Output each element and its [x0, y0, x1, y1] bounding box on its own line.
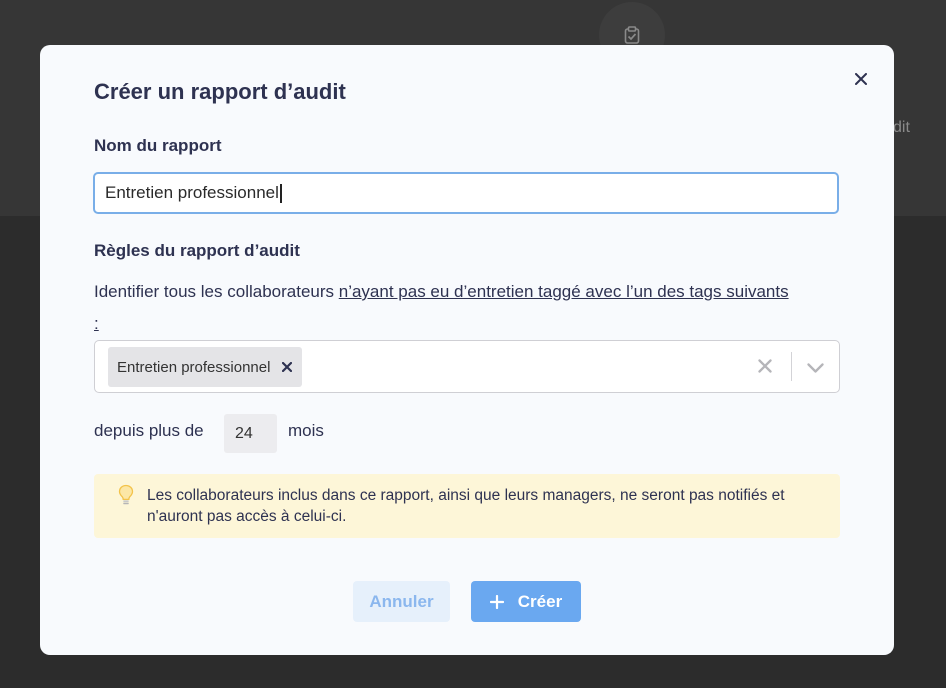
close-icon — [855, 73, 867, 85]
months-input[interactable]: 24 — [224, 414, 277, 453]
plus-icon — [489, 594, 504, 609]
report-name-input[interactable]: Entretien professionnel — [93, 172, 839, 214]
create-button-label: Créer — [517, 591, 563, 611]
cancel-button[interactable]: Annuler — [353, 581, 450, 622]
info-text: Les collaborateurs inclus dans ce rappor… — [147, 487, 785, 525]
selected-tag: Entretien professionnel — [108, 347, 303, 387]
remove-icon — [282, 362, 293, 372]
close-button[interactable] — [849, 67, 873, 91]
chevron-down-icon — [807, 363, 824, 373]
report-name-value: Entretien professionnel — [105, 183, 279, 202]
lightbulb-icon — [118, 484, 134, 511]
audit-report-modal: Créer un rapport d’audit Nom du rapport … — [40, 45, 894, 655]
remove-tag-button[interactable] — [282, 362, 293, 372]
rule-description: Identifier tous les collaborateurs n’aya… — [94, 276, 794, 340]
info-banner: Les collaborateurs inclus dans ce rappor… — [94, 474, 840, 538]
rules-label: Règles du rapport d’audit — [94, 241, 300, 260]
report-name-label: Nom du rapport — [94, 136, 222, 155]
clear-icon — [758, 359, 772, 373]
months-unit: mois — [288, 421, 324, 440]
modal-title: Créer un rapport d’audit — [94, 79, 346, 104]
rule-text-plain: Identifier tous les collaborateurs — [94, 282, 339, 301]
since-label: depuis plus de — [94, 421, 204, 440]
create-button[interactable]: Créer — [471, 581, 581, 622]
background-partial-text: dit — [893, 119, 910, 136]
clear-tags-button[interactable] — [758, 359, 772, 378]
tags-select[interactable]: Entretien professionnel — [94, 340, 840, 393]
text-caret — [279, 183, 282, 203]
select-separator — [791, 352, 792, 381]
dropdown-toggle[interactable] — [807, 361, 824, 379]
clipboard-check-icon — [624, 26, 640, 44]
selected-tag-label: Entretien professionnel — [117, 358, 271, 376]
